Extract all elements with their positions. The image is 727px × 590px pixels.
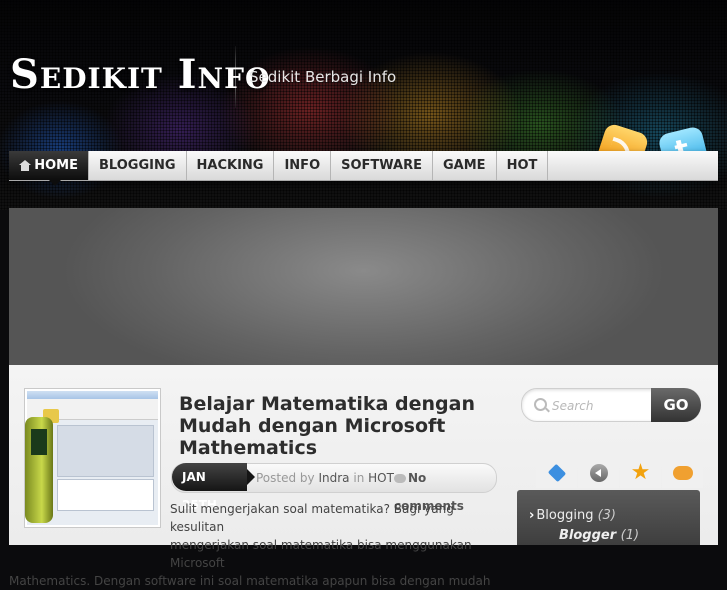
prev-icon xyxy=(589,464,608,482)
post-meta: JAN 25TH Posted by Indra in HOT No comme… xyxy=(171,463,497,513)
home-icon xyxy=(19,160,32,171)
chevron-right-icon: › xyxy=(529,508,535,523)
star-icon: ★ xyxy=(630,460,651,485)
category-count: (1) xyxy=(620,528,640,543)
nav-item-home[interactable]: HOME xyxy=(9,151,89,186)
comment-bubble-icon xyxy=(672,466,693,480)
title-divider xyxy=(235,46,236,108)
search-input[interactable] xyxy=(550,395,650,417)
nav-item-info[interactable]: INFO xyxy=(274,151,332,180)
search-icon xyxy=(534,398,547,411)
category-label: Blogging xyxy=(536,508,594,523)
category-link[interactable]: HOT xyxy=(368,471,394,485)
featured-slider[interactable] xyxy=(9,208,718,365)
post-excerpt: Sulit mengerjakan soal matematika? Bagi … xyxy=(9,500,494,590)
tab-comments[interactable] xyxy=(662,458,703,488)
post-date: JAN 25TH xyxy=(172,463,255,512)
site-title[interactable]: Sedikit Info xyxy=(10,50,270,100)
comment-icon xyxy=(394,474,406,483)
category-count: (3) xyxy=(597,508,617,523)
search-go-button[interactable]: GO xyxy=(651,388,701,422)
nav-item-game[interactable]: GAME xyxy=(433,151,497,180)
search-box: GO xyxy=(521,388,701,422)
tab-tags[interactable] xyxy=(536,458,577,488)
sidebar-tabs: ★ xyxy=(536,458,703,488)
excerpt-line: Sulit mengerjakan soal matematika? Bagi … xyxy=(170,502,454,534)
nav-item-label: HOME xyxy=(34,158,78,173)
posted-by-label: Posted by xyxy=(256,471,315,485)
tab-popular[interactable]: ★ xyxy=(620,458,661,488)
author-link[interactable]: Indra xyxy=(318,471,349,485)
in-label: in xyxy=(353,471,365,485)
main-nav: HOME BLOGGING HACKING INFO SOFTWARE GAME… xyxy=(9,151,718,186)
tag-icon xyxy=(547,463,566,483)
category-subitem[interactable]: Blogger (1) xyxy=(559,528,639,543)
categories-panel: › Blogging (3) Blogger (1) xyxy=(517,490,700,545)
excerpt-line: mengerjakan soal matematika bisa menggun… xyxy=(170,538,472,570)
excerpt-line: Mathematics. Dengan software ini soal ma… xyxy=(9,574,491,588)
nav-item-hot[interactable]: HOT xyxy=(497,151,549,180)
post-title[interactable]: Belajar Matematika dengan Mudah dengan M… xyxy=(179,393,489,459)
nav-item-hacking[interactable]: HACKING xyxy=(187,151,275,180)
category-label: Blogger xyxy=(559,528,617,543)
site-tagline: Sedikit Berbagi Info xyxy=(249,68,397,86)
nav-item-software[interactable]: SOFTWARE xyxy=(331,151,433,180)
tab-archive[interactable] xyxy=(578,458,619,488)
category-item[interactable]: › Blogging (3) xyxy=(529,508,616,523)
nav-item-blogging[interactable]: BLOGGING xyxy=(89,151,187,180)
